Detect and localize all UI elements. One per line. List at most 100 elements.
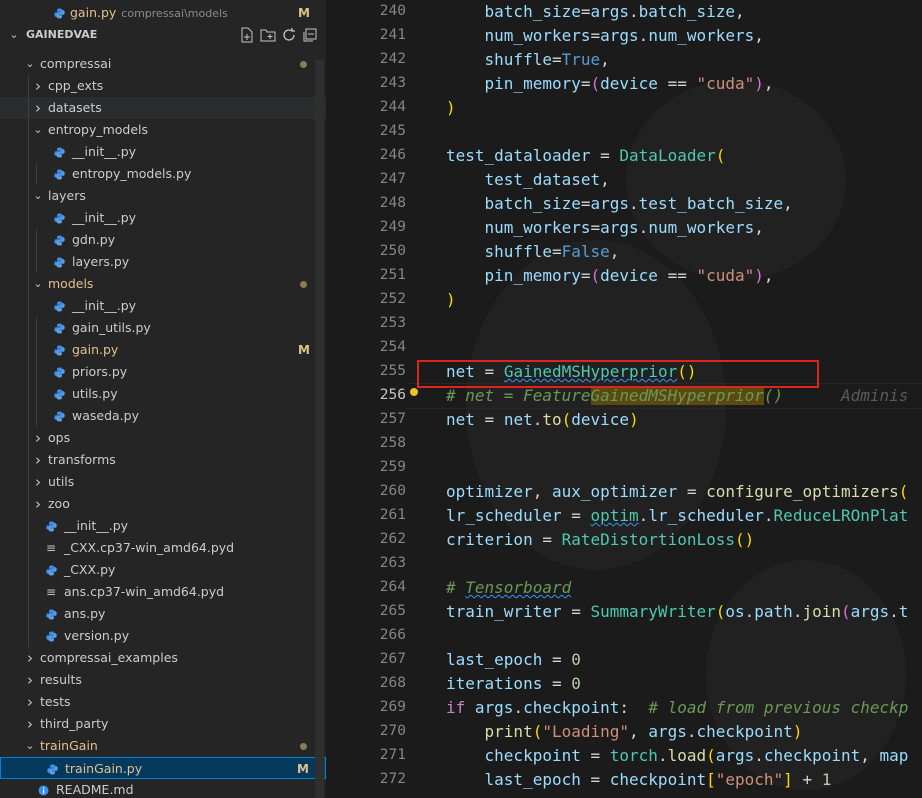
code-line[interactable]: test_dataset, [446, 170, 610, 194]
file-row-gain-py[interactable]: gain.py M [0, 339, 326, 361]
line-number: 253 [379, 315, 406, 331]
file-row-ans-py[interactable]: ans.py [0, 603, 326, 625]
folder-row-datasets[interactable]: › datasets [0, 97, 326, 119]
code-editor[interactable]: 240 batch_size=args.batch_size, 241 num_w… [326, 0, 922, 798]
chevron-right-icon[interactable]: › [32, 427, 44, 449]
chevron-down-icon[interactable]: ⌄ [32, 119, 44, 141]
modified-dot [300, 281, 307, 288]
refresh-icon[interactable] [281, 27, 297, 43]
new-file-icon[interactable] [239, 27, 255, 43]
chevron-right-icon[interactable]: › [32, 471, 44, 493]
folder-row-cpp-exts[interactable]: › cpp_exts [0, 75, 326, 97]
chevron-right-icon[interactable]: › [24, 669, 36, 691]
code-line[interactable]: iterations = 0 [446, 674, 581, 698]
folder-row-zoo[interactable]: › zoo [0, 493, 326, 515]
folder-row-compressai[interactable]: ⌄ compressai [0, 53, 326, 75]
line-number: 265 [379, 603, 406, 619]
collapse-all-icon[interactable] [302, 27, 318, 43]
file-row-gdn-py[interactable]: gdn.py [0, 229, 326, 251]
code-line[interactable]: num_workers=args.num_workers, [446, 218, 764, 242]
folder-row-traingain[interactable]: ⌄ trainGain [0, 735, 326, 757]
tree-item-label: ans.cp37-win_amd64.pyd [64, 584, 225, 599]
folder-row-ops[interactable]: › ops [0, 427, 326, 449]
file-row-cxx-py[interactable]: _CXX.py [0, 559, 326, 581]
code-line[interactable]: if args.checkpoint: # load from previous… [446, 698, 908, 722]
folder-row-third-party[interactable]: › third_party [0, 713, 326, 735]
folder-row-layers[interactable]: ⌄ layers [0, 185, 326, 207]
file-row-waseda-py[interactable]: waseda.py [0, 405, 326, 427]
chevron-down-icon[interactable]: ⌄ [24, 735, 36, 757]
file-row-traingain-py[interactable]: trainGain.py M [0, 757, 326, 779]
code-line[interactable]: lr_scheduler = optim.lr_scheduler.Reduce… [446, 506, 908, 530]
code-line[interactable]: batch_size=args.test_batch_size, [446, 194, 793, 218]
code-line[interactable]: checkpoint = torch.load(args.checkpoint,… [446, 746, 909, 770]
code-line[interactable]: batch_size=args.batch_size, [446, 2, 745, 26]
folder-row-transforms[interactable]: › transforms [0, 449, 326, 471]
chevron-right-icon[interactable]: › [24, 713, 36, 735]
line-number: 250 [379, 243, 406, 259]
code-line[interactable]: last_epoch = 0 [446, 650, 581, 674]
code-line[interactable]: print("Loading", args.checkpoint) [446, 722, 803, 746]
file-row-init-py[interactable]: __init__.py [0, 295, 326, 317]
tree-item-label: gain.py [72, 342, 119, 357]
code-line[interactable]: shuffle=True, [446, 50, 610, 74]
file-row-init-py[interactable]: __init__.py [0, 515, 326, 537]
tree-item-label: trainGain.py [65, 761, 143, 776]
tree-item-label: cpp_exts [48, 78, 104, 93]
file-row-ans-cp37-win-amd64-pyd[interactable]: ≡ ans.cp37-win_amd64.pyd [0, 581, 326, 603]
folder-row-compressai-examples[interactable]: › compressai_examples [0, 647, 326, 669]
file-row-entropy-models-py[interactable]: entropy_models.py [0, 163, 326, 185]
explorer-actions [239, 27, 318, 43]
folder-row-entropy-models[interactable]: ⌄ entropy_models [0, 119, 326, 141]
chevron-right-icon[interactable]: › [32, 493, 44, 515]
explorer-header[interactable]: ⌄ GAINEDVAE [0, 24, 326, 46]
chevron-right-icon[interactable]: › [32, 75, 44, 97]
folder-row-tests[interactable]: › tests [0, 691, 326, 713]
indent-guide [28, 75, 29, 647]
tree-item-label: zoo [48, 496, 70, 511]
folder-row-results[interactable]: › results [0, 669, 326, 691]
chevron-right-icon[interactable]: › [24, 647, 36, 669]
file-row-gain-utils-py[interactable]: gain_utils.py [0, 317, 326, 339]
sidebar-scrollbar[interactable] [315, 60, 324, 798]
tree-item-label: entropy_models [48, 122, 149, 137]
chevron-right-icon[interactable]: › [32, 97, 44, 119]
code-line[interactable]: test_dataloader = DataLoader( [446, 146, 725, 170]
chevron-right-icon[interactable]: › [24, 691, 36, 713]
chevron-down-icon[interactable]: ⌄ [32, 185, 44, 207]
code-line[interactable]: pin_memory=(device == "cuda"), [446, 266, 774, 290]
code-line[interactable]: optimizer, aux_optimizer = configure_opt… [446, 482, 908, 506]
code-line[interactable]: num_workers=args.num_workers, [446, 26, 764, 50]
code-line[interactable]: shuffle=False, [446, 242, 620, 266]
file-row-cxx-cp37-win-amd64-pyd[interactable]: ≡ _CXX.cp37-win_amd64.pyd [0, 537, 326, 559]
code-line[interactable]: # Tensorboard [446, 578, 571, 602]
chevron-down-icon[interactable]: ⌄ [32, 273, 44, 295]
chevron-down-icon[interactable]: ⌄ [8, 24, 20, 46]
file-row-readme-md[interactable]: README.md [0, 779, 326, 798]
code-line[interactable]: train_writer = SummaryWriter(os.path.joi… [446, 602, 908, 626]
code-line[interactable]: pin_memory=(device == "cuda"), [446, 74, 774, 98]
code-line[interactable]: last_epoch = checkpoint["epoch"] + 1 [446, 770, 832, 794]
chevron-right-icon[interactable]: › [32, 449, 44, 471]
new-folder-icon[interactable] [260, 27, 276, 43]
tree-item-label: __init__.py [72, 210, 137, 225]
chevron-down-icon[interactable]: ⌄ [24, 53, 36, 75]
line-number: 258 [379, 435, 406, 451]
file-row-layers-py[interactable]: layers.py [0, 251, 326, 273]
tree-item-label: __init__.py [64, 518, 129, 533]
file-row-version-py[interactable]: version.py [0, 625, 326, 647]
file-row-priors-py[interactable]: priors.py [0, 361, 326, 383]
folder-row-models[interactable]: ⌄ models [0, 273, 326, 295]
lightbulb-icon[interactable] [410, 388, 418, 396]
code-line[interactable]: # net = FeatureGainedMSHyperprior() Admi… [446, 386, 908, 410]
folder-row-utils[interactable]: › utils [0, 471, 326, 493]
code-line[interactable]: ) [446, 290, 456, 314]
open-editor-row[interactable]: gain.py compressai\models M [0, 2, 326, 24]
file-row-utils-py[interactable]: utils.py [0, 383, 326, 405]
line-number: 259 [379, 459, 406, 475]
file-row-init-py[interactable]: __init__.py [0, 141, 326, 163]
code-line[interactable]: criterion = RateDistortionLoss() [446, 530, 754, 554]
code-line[interactable]: ) [446, 98, 456, 122]
code-line[interactable]: net = net.to(device) [446, 410, 639, 434]
file-row-init-py[interactable]: __init__.py [0, 207, 326, 229]
